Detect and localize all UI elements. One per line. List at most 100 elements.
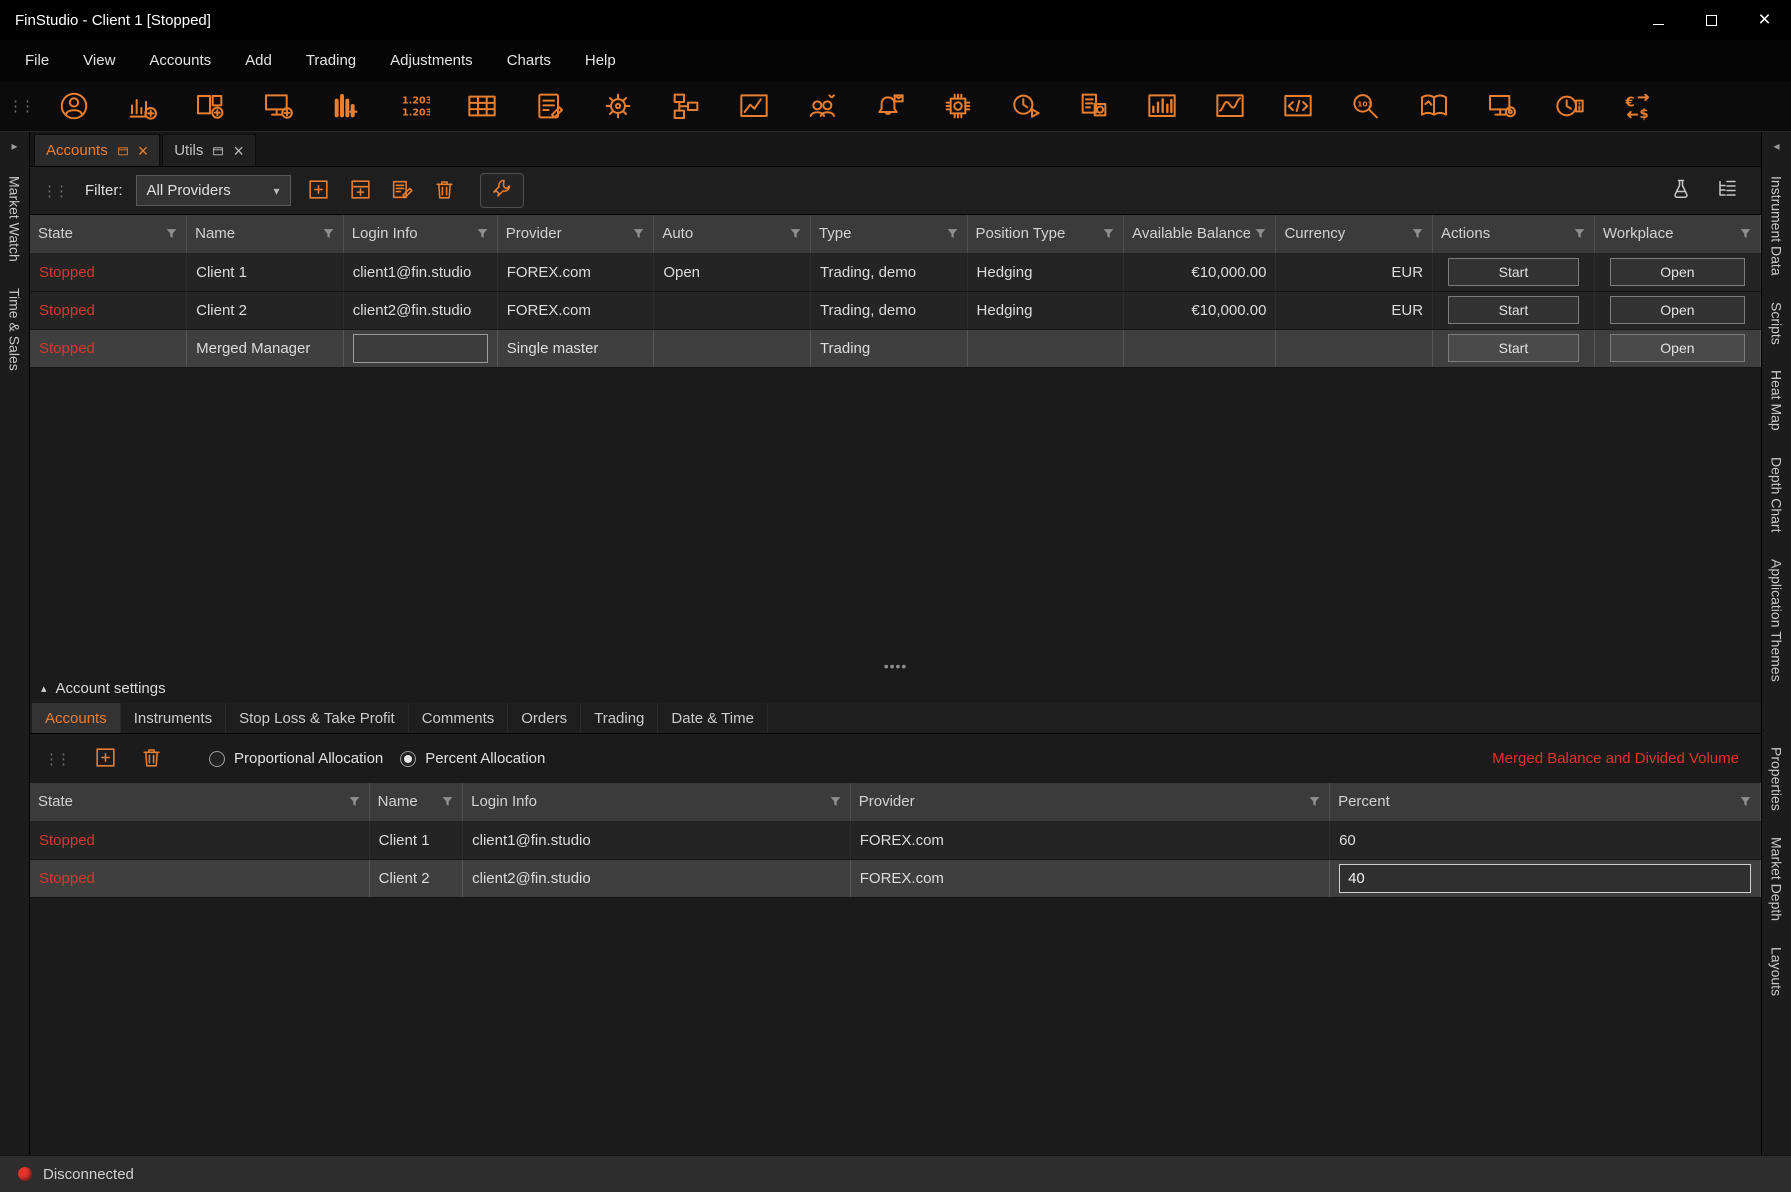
rail-item-layouts[interactable]: Layouts: [1769, 936, 1785, 1007]
close-tab-icon[interactable]: ×: [138, 142, 149, 160]
rail-item-heat-map[interactable]: Heat Map: [1769, 359, 1785, 442]
filter-funnel-icon[interactable]: [1739, 227, 1752, 240]
monitor-add-button[interactable]: [245, 84, 310, 128]
account-settings-header[interactable]: ▴ Account settings: [30, 673, 1761, 703]
account-row-1[interactable]: StoppedClient 1client1@fin.studioFOREX.c…: [30, 253, 1761, 291]
rail-item-market-depth[interactable]: Market Depth: [1769, 826, 1785, 932]
add-account-button[interactable]: [304, 175, 333, 207]
toolbar-drag-handle[interactable]: ⋮⋮: [44, 750, 68, 768]
chart-panel-button[interactable]: [721, 84, 786, 128]
menu-item-adjustments[interactable]: Adjustments: [373, 40, 490, 81]
provider-filter-dropdown[interactable]: All Providers ▾: [136, 175, 291, 206]
rail-item-depth-chart[interactable]: Depth Chart: [1769, 446, 1785, 543]
filter-funnel-icon[interactable]: [322, 227, 335, 240]
column-header-name[interactable]: Name: [369, 783, 462, 821]
symbol-lookup-button[interactable]: 101: [1333, 84, 1398, 128]
order-entry-button[interactable]: [517, 84, 582, 128]
menu-item-file[interactable]: File: [8, 40, 66, 81]
menu-item-accounts[interactable]: Accounts: [132, 40, 228, 81]
settings-gear-button[interactable]: [585, 84, 650, 128]
column-header-state[interactable]: State: [30, 215, 187, 253]
start-button[interactable]: Start: [1448, 258, 1579, 286]
session-clock-button[interactable]: [1537, 84, 1602, 128]
alerts-button[interactable]: [857, 84, 922, 128]
filter-funnel-icon[interactable]: [789, 227, 802, 240]
minimize-button[interactable]: [1632, 0, 1685, 40]
settings-tab-instruments[interactable]: Instruments: [121, 703, 226, 733]
rail-item-scripts[interactable]: Scripts: [1769, 291, 1785, 356]
filter-funnel-icon[interactable]: [1102, 227, 1115, 240]
horizontal-splitter[interactable]: ••••: [30, 659, 1761, 673]
rail-item-properties[interactable]: Properties: [1769, 736, 1785, 822]
menu-item-charts[interactable]: Charts: [490, 40, 568, 81]
rail-item-time-sales[interactable]: Time & Sales: [7, 277, 23, 382]
menu-item-view[interactable]: View: [66, 40, 132, 81]
journal-button[interactable]: [1401, 84, 1466, 128]
settings-tab-date-time[interactable]: Date & Time: [658, 703, 768, 733]
filter-funnel-icon[interactable]: [348, 795, 361, 808]
open-workplace-button[interactable]: Open: [1610, 334, 1745, 362]
rail-item-market-watch[interactable]: Market Watch: [7, 165, 23, 273]
account-row-3[interactable]: StoppedMerged ManagerSingle masterTradin…: [30, 329, 1761, 367]
filter-funnel-icon[interactable]: [829, 795, 842, 808]
edit-account-button[interactable]: [388, 175, 417, 207]
add-allocation-button[interactable]: [91, 743, 120, 775]
column-header-login-info[interactable]: Login Info: [343, 215, 497, 253]
percent-allocation-radio[interactable]: Percent Allocation: [400, 750, 545, 767]
menu-item-help[interactable]: Help: [568, 40, 633, 81]
billing-docs-button[interactable]: [1061, 84, 1126, 128]
tab-utils[interactable]: Utils×: [162, 134, 256, 166]
column-header-state[interactable]: State: [30, 783, 369, 821]
histogram-add-button[interactable]: [313, 84, 378, 128]
filter-funnel-icon[interactable]: [476, 227, 489, 240]
rail-item-instrument-data[interactable]: Instrument Data: [1769, 165, 1785, 287]
close-button[interactable]: ×: [1738, 0, 1791, 40]
start-button[interactable]: Start: [1448, 296, 1579, 324]
volume-chart-button[interactable]: [1129, 84, 1194, 128]
column-header-workplace[interactable]: Workplace: [1594, 215, 1760, 253]
menu-item-trading[interactable]: Trading: [289, 40, 373, 81]
open-workplace-button[interactable]: Open: [1610, 258, 1745, 286]
percent-editor[interactable]: 40: [1339, 864, 1751, 893]
flask-button[interactable]: [1667, 175, 1695, 206]
settings-tab-trading[interactable]: Trading: [581, 703, 658, 733]
account-tools-button[interactable]: [480, 173, 524, 208]
scheduler-button[interactable]: [993, 84, 1058, 128]
open-workplace-button[interactable]: Open: [1610, 296, 1745, 324]
code-editor-button[interactable]: [1265, 84, 1330, 128]
allocation-row-1[interactable]: StoppedClient 1client1@fin.studioFOREX.c…: [30, 821, 1761, 859]
settings-tab-orders[interactable]: Orders: [508, 703, 581, 733]
filter-funnel-icon[interactable]: [1411, 227, 1424, 240]
delete-allocation-button[interactable]: [137, 743, 166, 775]
column-header-login-info[interactable]: Login Info: [463, 783, 851, 821]
chart-add-button[interactable]: [109, 84, 174, 128]
toolbar-drag-handle[interactable]: ⋮⋮: [8, 97, 32, 115]
column-header-currency[interactable]: Currency: [1276, 215, 1433, 253]
expand-rail-icon[interactable]: ▸: [11, 139, 17, 153]
maximize-button[interactable]: [1685, 0, 1738, 40]
quote-board-button[interactable]: 1.203561.2035: [381, 84, 446, 128]
start-button[interactable]: Start: [1448, 334, 1579, 362]
filter-funnel-icon[interactable]: [946, 227, 959, 240]
column-header-name[interactable]: Name: [187, 215, 344, 253]
data-grid-button[interactable]: [449, 84, 514, 128]
column-header-available-balance[interactable]: Available Balance: [1124, 215, 1276, 253]
currency-converter-button[interactable]: €$: [1605, 84, 1670, 128]
column-header-provider[interactable]: Provider: [850, 783, 1329, 821]
tree-view-button[interactable]: [1713, 175, 1741, 206]
column-header-provider[interactable]: Provider: [497, 215, 654, 253]
settings-tab-stop-loss-take-profit[interactable]: Stop Loss & Take Profit: [226, 703, 409, 733]
proportional-allocation-radio[interactable]: Proportional Allocation: [209, 750, 383, 767]
toolbar-drag-handle[interactable]: ⋮⋮: [42, 182, 66, 200]
workspace-add-button[interactable]: [177, 84, 242, 128]
line-chart-button[interactable]: [1197, 84, 1262, 128]
network-accounts-button[interactable]: [789, 84, 854, 128]
menu-item-add[interactable]: Add: [228, 40, 289, 81]
add-merged-account-button[interactable]: [346, 175, 375, 207]
column-header-auto[interactable]: Auto: [654, 215, 811, 253]
user-account-button[interactable]: [41, 84, 106, 128]
filter-funnel-icon[interactable]: [1254, 227, 1267, 240]
algo-engine-button[interactable]: [925, 84, 990, 128]
filter-funnel-icon[interactable]: [1573, 227, 1586, 240]
settings-tab-accounts[interactable]: Accounts: [32, 703, 121, 733]
